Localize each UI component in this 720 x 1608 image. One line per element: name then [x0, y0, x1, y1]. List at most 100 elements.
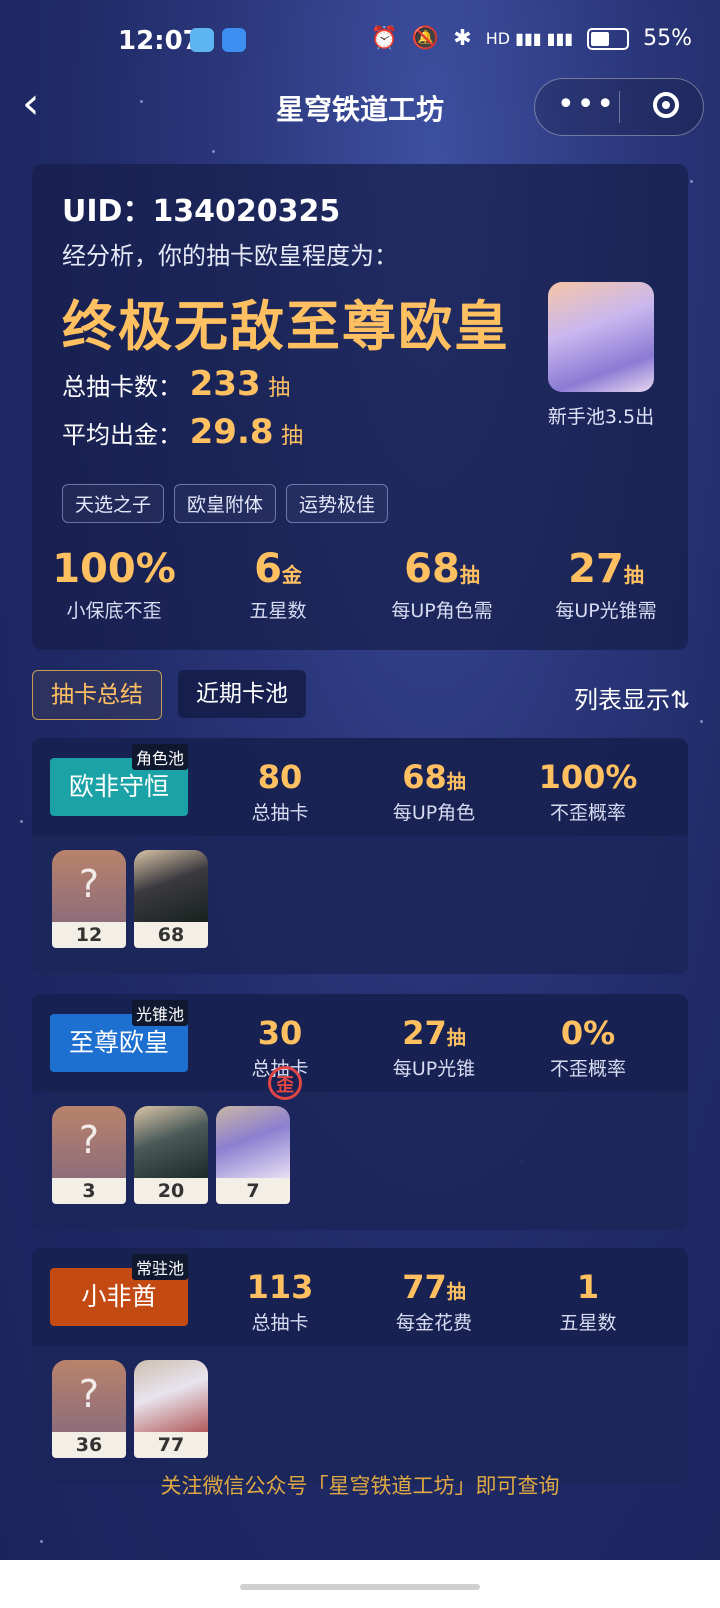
analysis-text: 经分析，你的抽卡欧皇程度为：: [62, 242, 398, 270]
pool-stat-value: 80: [257, 758, 303, 796]
pool-stat-label: 每UP角色: [392, 802, 476, 824]
home-indicator[interactable]: [240, 1584, 480, 1590]
pull-count: 7: [216, 1178, 290, 1204]
pool-stat-label: 总抽卡: [251, 802, 309, 824]
uid-row: UID：134020325: [62, 186, 340, 230]
battery-icon: [587, 27, 630, 50]
pull-item-unknown[interactable]: ? 36: [52, 1360, 126, 1458]
pull-item-character[interactable]: 77: [134, 1360, 208, 1458]
more-options-button[interactable]: •••: [557, 87, 616, 122]
pool-card-lightcone[interactable]: 至尊欧皇 光锥池 30 总抽卡 27抽 每UP光锥 0% 不歪概率 ? 3 20 7: [32, 994, 688, 1230]
pool-stat: 0% 不歪概率: [518, 1014, 658, 1081]
pull-item-lightcone[interactable]: 7: [216, 1106, 290, 1204]
pool-stat-label: 每UP光锥: [392, 1058, 476, 1080]
avatar-label: 新手池3.5出: [547, 406, 655, 428]
pool-header: 小非酋 常驻池 113 总抽卡 77抽 每金花费 1 五星数: [32, 1248, 688, 1346]
signal-icon: HD ▮▮▮ ▮▮▮: [485, 29, 574, 48]
footer-notice: 关注微信公众号「星穹铁道工坊」即可查询: [160, 1474, 560, 1498]
pull-item-lightcone[interactable]: 20: [134, 1106, 208, 1204]
pool-card-standard[interactable]: 小非酋 常驻池 113 总抽卡 77抽 每金花费 1 五星数 ? 36 77: [32, 1248, 688, 1484]
pool-items: ? 3 20 7: [32, 1092, 688, 1230]
avg-gold-unit: 抽: [281, 424, 304, 449]
total-pulls-row: 总抽卡数： 233 抽: [62, 364, 290, 404]
character-avatar: [548, 282, 654, 392]
lightcone-image: [134, 1106, 208, 1178]
pool-stat: 77抽每金花费: [364, 1268, 504, 1335]
stat-value: 100%: [52, 546, 176, 592]
pool-stat-value: 113: [246, 1268, 314, 1306]
stat-label: 每UP角色需: [391, 600, 493, 622]
question-mark-icon: ?: [78, 1118, 100, 1162]
uid-value: 134020325: [152, 194, 341, 229]
summary-stats: 100% 小保底不歪 6金 五星数 68抽 每UP角色需 27抽 每UP光锥需: [32, 546, 688, 623]
summary-card: UID：134020325 经分析，你的抽卡欧皇程度为： 终极无敌至尊欧皇 总抽…: [32, 164, 688, 650]
pull-count: 3: [52, 1178, 126, 1204]
pool-stat-unit: 抽: [446, 771, 466, 793]
pool-stat: 68抽每UP角色: [364, 758, 504, 825]
character-portrait: [134, 850, 208, 922]
pull-item-unknown[interactable]: ? 12: [52, 850, 126, 948]
pool-card-character[interactable]: 欧非守恒 角色池 80 总抽卡 68抽 每UP角色 100% 不歪概率 ? 12 68: [32, 738, 688, 974]
stat-label: 小保底不歪: [66, 600, 162, 622]
pull-count: 36: [52, 1432, 126, 1458]
status-time: 12:07: [118, 26, 201, 56]
pool-stat-value: 30: [257, 1014, 303, 1052]
avg-gold-label: 平均出金：: [62, 421, 182, 449]
stat-item: 68抽 每UP角色需: [360, 546, 524, 623]
pool-stat-label: 每金花费: [395, 1312, 472, 1334]
avg-gold-value: 29.8: [189, 412, 274, 452]
stat-item: 27抽每UP光锥需: [524, 546, 688, 623]
pool-stat-label: 五星数: [559, 1312, 617, 1334]
pool-stat: 1 五星数: [518, 1268, 658, 1335]
uid-label: UID：: [62, 194, 153, 229]
pull-item-unknown[interactable]: ? 3: [52, 1106, 126, 1204]
pull-count: 12: [52, 922, 126, 948]
pool-items: ? 12 68: [32, 836, 688, 974]
lightcone-image: [216, 1106, 290, 1178]
stat-unit: 抽: [623, 563, 644, 587]
pool-stat: 27抽 每UP光锥: [364, 1014, 504, 1081]
tab-summary[interactable]: 抽卡总结: [32, 670, 162, 720]
app-notification-icon: [190, 28, 214, 52]
pull-item-character[interactable]: 68: [134, 850, 208, 948]
tab-recent-pools[interactable]: 近期卡池: [178, 670, 306, 718]
list-view-toggle[interactable]: 列表显示⇅: [574, 680, 704, 715]
pool-stat-value: 77: [402, 1268, 447, 1306]
total-pulls-unit: 抽: [268, 376, 291, 401]
bluetooth-icon: ✱: [453, 26, 472, 51]
pull-count: 77: [134, 1432, 208, 1458]
pool-items: ? 36 77: [32, 1346, 688, 1484]
stat-label: 每UP光锥需: [555, 600, 657, 622]
close-miniapp-button[interactable]: [653, 92, 679, 118]
tag-list: 天选之子 欧皇附体 运势极佳: [62, 484, 389, 523]
tag: 运势极佳: [286, 484, 389, 523]
pool-type-badge: 光锥池: [132, 1000, 189, 1026]
pool-stat-label: 不歪概率: [549, 1058, 626, 1080]
stat-value: 27: [568, 546, 624, 592]
pool-stat-value: 100%: [538, 758, 638, 796]
off-banner-badge: 歪: [268, 1066, 302, 1100]
tag: 欧皇附体: [174, 484, 277, 523]
question-mark-icon: ?: [78, 1372, 100, 1416]
pool-stat-label: 不歪概率: [549, 802, 626, 824]
pool-header: 至尊欧皇 光锥池 30 总抽卡 27抽 每UP光锥 0% 不歪概率: [32, 994, 688, 1092]
stat-value: 68: [404, 546, 460, 592]
pull-count: 68: [134, 922, 208, 948]
pool-stat-unit: 抽: [446, 1281, 466, 1303]
status-bar: 12:07 ⏰ 🔕 ✱ HD ▮▮▮ ▮▮▮ 55%: [0, 0, 720, 84]
stat-label: 五星数: [249, 600, 307, 622]
battery-percent: 55%: [643, 26, 692, 51]
pool-stat: 100% 不歪概率: [518, 758, 658, 825]
pool-header: 欧非守恒 角色池 80 总抽卡 68抽 每UP角色 100% 不歪概率: [32, 738, 688, 836]
pool-stat-value: 68: [402, 758, 447, 796]
total-pulls-value: 233: [189, 364, 261, 404]
stat-value: 6: [254, 546, 282, 592]
pool-stat-value: 1: [576, 1268, 600, 1306]
stat-item: 6金五星数: [196, 546, 360, 623]
pool-type-badge: 角色池: [132, 744, 189, 770]
stat-unit: 金: [281, 563, 302, 587]
capsule-divider: [619, 91, 620, 123]
pool-stat: 80 总抽卡: [210, 758, 350, 825]
tag: 天选之子: [62, 484, 165, 523]
pool-stat-value: 0%: [560, 1014, 616, 1052]
